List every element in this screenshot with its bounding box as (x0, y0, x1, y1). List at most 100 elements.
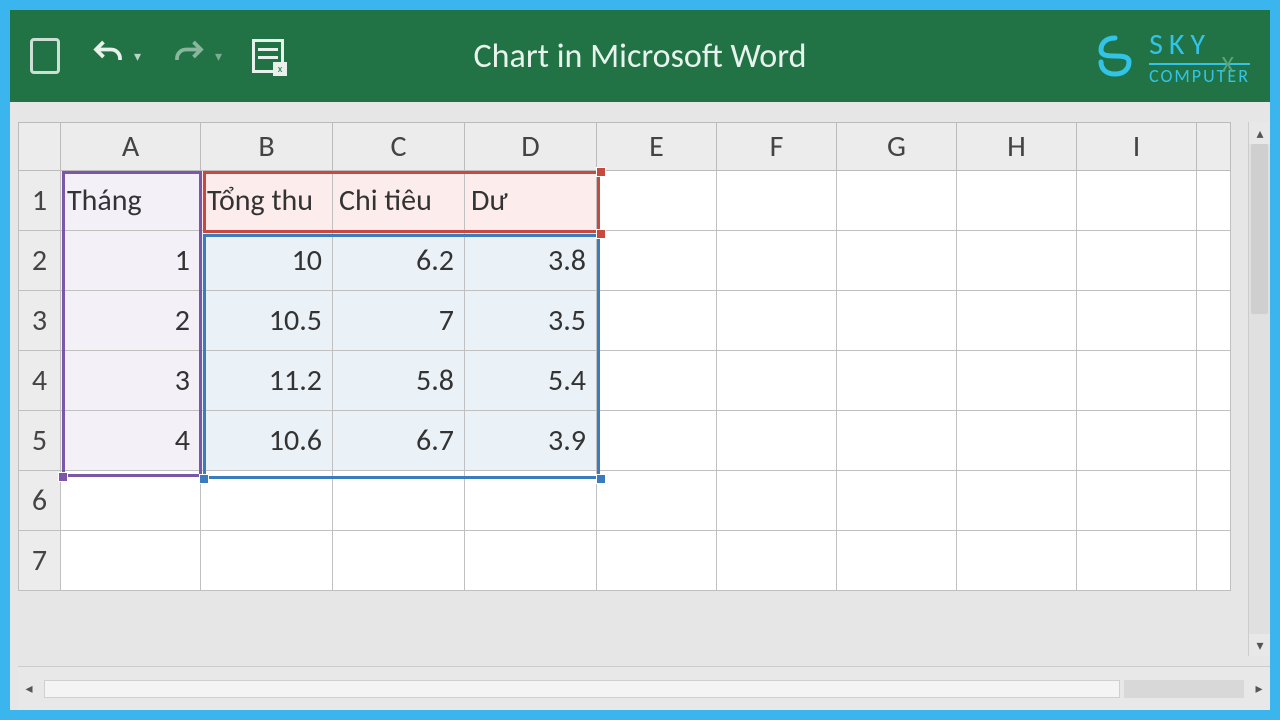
col-header-C[interactable]: C (333, 123, 465, 171)
cell-A2[interactable]: 1 (61, 231, 201, 291)
row-header-1[interactable]: 1 (19, 171, 61, 231)
col-header-E[interactable]: E (597, 123, 717, 171)
cell-F1[interactable] (717, 171, 837, 231)
cell-D7[interactable] (465, 531, 597, 591)
cell-E7[interactable] (597, 531, 717, 591)
cell-D2[interactable]: 3.8 (465, 231, 597, 291)
cell-H4[interactable] (957, 351, 1077, 411)
cell-B2[interactable]: 10 (201, 231, 333, 291)
cell-I1[interactable] (1077, 171, 1197, 231)
cell-E2[interactable] (597, 231, 717, 291)
hscroll-thumb[interactable] (1124, 680, 1244, 698)
spreadsheet-grid[interactable]: A B C D E F G H I 1 Tháng Tổng th (18, 122, 1231, 591)
cell-I3[interactable] (1077, 291, 1197, 351)
cell-J2[interactable] (1197, 231, 1231, 291)
row-header-6[interactable]: 6 (19, 471, 61, 531)
cell-C3[interactable]: 7 (333, 291, 465, 351)
col-header-I[interactable]: I (1077, 123, 1197, 171)
cell-H7[interactable] (957, 531, 1077, 591)
cell-J5[interactable] (1197, 411, 1231, 471)
cell-B6[interactable] (201, 471, 333, 531)
cell-G1[interactable] (837, 171, 957, 231)
redo-button[interactable]: ▾ (171, 36, 222, 77)
undo-dropdown-icon[interactable]: ▾ (134, 48, 141, 65)
cell-G4[interactable] (837, 351, 957, 411)
cell-H2[interactable] (957, 231, 1077, 291)
cell-G6[interactable] (837, 471, 957, 531)
cell-J1[interactable] (1197, 171, 1231, 231)
row-header-2[interactable]: 2 (19, 231, 61, 291)
cell-F4[interactable] (717, 351, 837, 411)
cell-G7[interactable] (837, 531, 957, 591)
cell-B7[interactable] (201, 531, 333, 591)
cell-H1[interactable] (957, 171, 1077, 231)
select-all-corner[interactable] (19, 123, 61, 171)
scroll-right-icon[interactable]: ▸ (1248, 678, 1270, 700)
cell-H6[interactable] (957, 471, 1077, 531)
cell-F6[interactable] (717, 471, 837, 531)
cell-E6[interactable] (597, 471, 717, 531)
cell-A1[interactable]: Tháng (61, 171, 201, 231)
cell-I7[interactable] (1077, 531, 1197, 591)
cell-F7[interactable] (717, 531, 837, 591)
cell-D3[interactable]: 3.5 (465, 291, 597, 351)
cell-H3[interactable] (957, 291, 1077, 351)
cell-J7[interactable] (1197, 531, 1231, 591)
cell-G3[interactable] (837, 291, 957, 351)
cell-C7[interactable] (333, 531, 465, 591)
cell-C4[interactable]: 5.8 (333, 351, 465, 411)
col-header-A[interactable]: A (61, 123, 201, 171)
save-button[interactable] (30, 38, 60, 74)
cell-B4[interactable]: 11.2 (201, 351, 333, 411)
undo-button[interactable]: ▾ (90, 36, 141, 77)
scroll-down-icon[interactable]: ▾ (1249, 634, 1270, 656)
cell-F5[interactable] (717, 411, 837, 471)
cell-G2[interactable] (837, 231, 957, 291)
cell-E1[interactable] (597, 171, 717, 231)
col-header-extra[interactable] (1197, 123, 1231, 171)
cell-D6[interactable] (465, 471, 597, 531)
vscroll-thumb[interactable] (1251, 144, 1268, 314)
cell-J6[interactable] (1197, 471, 1231, 531)
edit-data-button[interactable]: x (252, 39, 284, 73)
cell-A5[interactable]: 4 (61, 411, 201, 471)
cell-E4[interactable] (597, 351, 717, 411)
cell-B5[interactable]: 10.6 (201, 411, 333, 471)
col-header-F[interactable]: F (717, 123, 837, 171)
cell-G5[interactable] (837, 411, 957, 471)
cell-C6[interactable] (333, 471, 465, 531)
scroll-left-icon[interactable]: ◂ (18, 678, 40, 700)
cell-E5[interactable] (597, 411, 717, 471)
cell-B1[interactable]: Tổng thu (201, 171, 333, 231)
cell-A7[interactable] (61, 531, 201, 591)
col-header-D[interactable]: D (465, 123, 597, 171)
scroll-up-icon[interactable]: ▴ (1249, 122, 1270, 144)
cell-H5[interactable] (957, 411, 1077, 471)
cell-D4[interactable]: 5.4 (465, 351, 597, 411)
horizontal-scrollbar[interactable]: ◂ ▸ (18, 666, 1270, 710)
cell-A3[interactable]: 2 (61, 291, 201, 351)
cell-C2[interactable]: 6.2 (333, 231, 465, 291)
cell-C1[interactable]: Chi tiêu (333, 171, 465, 231)
row-header-7[interactable]: 7 (19, 531, 61, 591)
cell-D1[interactable]: Dư (465, 171, 597, 231)
cell-I6[interactable] (1077, 471, 1197, 531)
hscroll-track[interactable] (44, 680, 1120, 698)
cell-I5[interactable] (1077, 411, 1197, 471)
col-header-B[interactable]: B (201, 123, 333, 171)
cell-A4[interactable]: 3 (61, 351, 201, 411)
cell-J4[interactable] (1197, 351, 1231, 411)
vscroll-track[interactable] (1249, 144, 1270, 634)
cell-B3[interactable]: 10.5 (201, 291, 333, 351)
col-header-G[interactable]: G (837, 123, 957, 171)
cell-I4[interactable] (1077, 351, 1197, 411)
row-header-3[interactable]: 3 (19, 291, 61, 351)
cell-I2[interactable] (1077, 231, 1197, 291)
close-button[interactable]: X (1222, 50, 1234, 79)
cell-F3[interactable] (717, 291, 837, 351)
vertical-scrollbar[interactable]: ▴ ▾ (1248, 122, 1270, 656)
col-header-H[interactable]: H (957, 123, 1077, 171)
cell-D5[interactable]: 3.9 (465, 411, 597, 471)
row-header-5[interactable]: 5 (19, 411, 61, 471)
cell-J3[interactable] (1197, 291, 1231, 351)
